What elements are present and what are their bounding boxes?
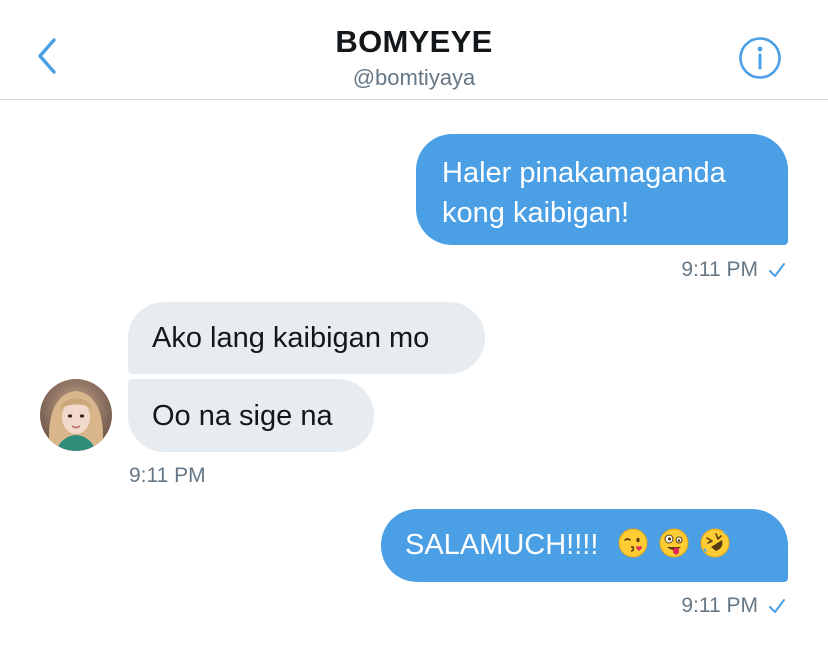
timestamp-text: 9:11 PM: [681, 258, 758, 281]
sent-message-bubble[interactable]: Haler pinakamaganda kong kaibigan!: [416, 134, 788, 245]
dm-conversation: BOMYEYE @bomtiyaya Haler pinakamaganda k…: [0, 0, 828, 658]
message-line: Haler pinakamaganda: [442, 157, 726, 189]
avatar-image: [40, 379, 112, 451]
conversation-header: BOMYEYE @bomtiyaya: [0, 0, 828, 100]
message-timestamp: 9:11 PM: [129, 464, 206, 488]
message-text: Oo na sige na: [152, 400, 333, 432]
message-text: SALAMUCH!!!!: [405, 529, 599, 561]
message-timestamp: 9:11 PM: [681, 258, 786, 282]
zany-face-emoji: [659, 528, 689, 558]
info-circle-icon: [739, 37, 781, 79]
received-message-bubble[interactable]: Ako lang kaibigan mo: [128, 302, 485, 374]
checkmark-icon: [769, 263, 785, 277]
conversation-handle: @bomtiyaya: [352, 65, 476, 90]
message-text: Ako lang kaibigan mo: [152, 322, 430, 354]
sent-message-bubble[interactable]: SALAMUCH!!!!: [381, 509, 788, 582]
kissing-wink-emoji: [618, 528, 648, 558]
received-message-bubble[interactable]: Oo na sige na: [128, 379, 374, 452]
checkmark-icon: [769, 599, 785, 613]
message-timestamp: 9:11 PM: [681, 594, 786, 618]
avatar[interactable]: [40, 379, 112, 451]
timestamp-text: 9:11 PM: [681, 594, 758, 617]
timestamp-text: 9:11 PM: [129, 464, 206, 487]
rolling-laughing-emoji: [700, 528, 730, 558]
info-button[interactable]: [738, 36, 782, 80]
conversation-title[interactable]: BOMYEYE: [0, 24, 828, 60]
message-line: kong kaibigan!: [442, 197, 630, 229]
